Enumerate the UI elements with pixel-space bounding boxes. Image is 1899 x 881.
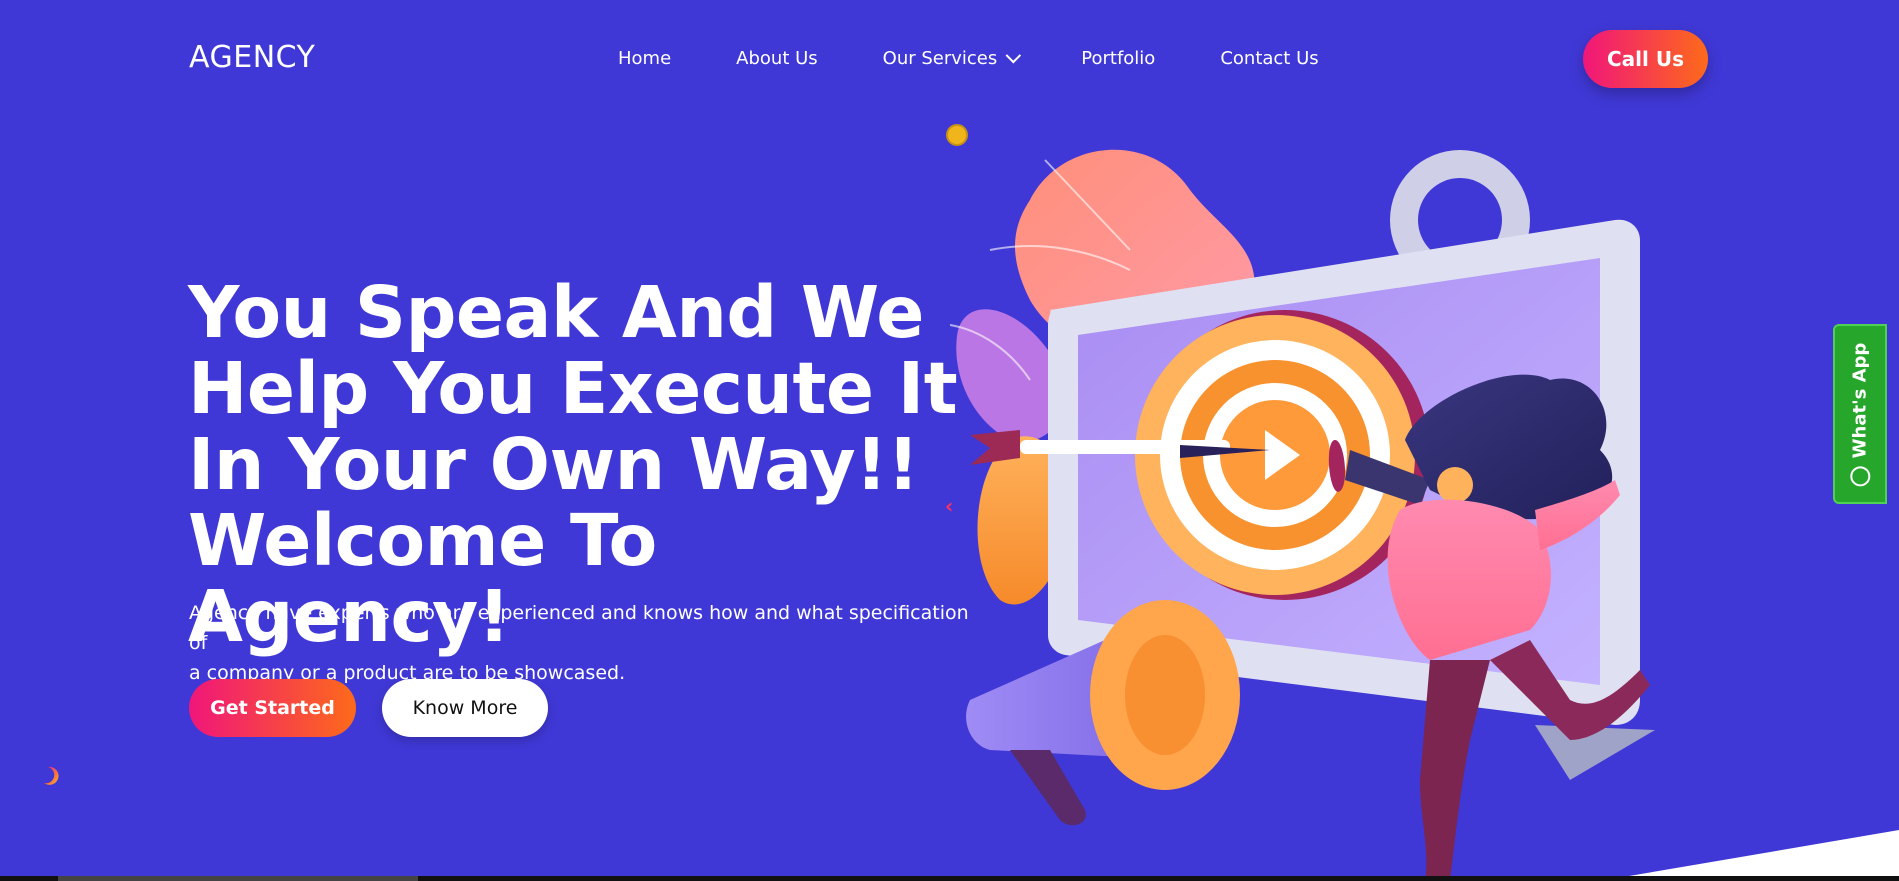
hero-illustration (950, 149, 1655, 881)
headline-line: You Speak And We (188, 271, 924, 354)
know-more-button[interactable]: Know More (382, 679, 548, 737)
nav-about-us[interactable]: About Us (736, 48, 818, 69)
main-nav: Home About Us Our Services Portfolio Con… (618, 47, 1384, 69)
whatsapp-label: What's App (1849, 342, 1871, 458)
site-logo[interactable]: AGENCY (189, 40, 315, 75)
whatsapp-tab[interactable]: What's App (1833, 324, 1887, 504)
subtext-line: Agency have experts who are experienced … (189, 602, 969, 654)
hero-subtext: Agency have experts who are experienced … (189, 598, 969, 688)
scrollbar-thumb[interactable] (58, 876, 418, 881)
chevron-down-icon (1005, 47, 1022, 64)
headline-line: In Your Own Way!! (188, 423, 919, 506)
get-started-button[interactable]: Get Started (189, 679, 356, 737)
nav-portfolio[interactable]: Portfolio (1081, 48, 1155, 69)
nav-our-services[interactable]: Our Services (882, 47, 1022, 69)
nav-about-us-label: About Us (736, 48, 818, 69)
nav-our-services-label: Our Services (882, 48, 998, 69)
nav-home[interactable]: Home (618, 48, 671, 69)
nav-contact-us-label: Contact Us (1220, 48, 1319, 69)
call-us-button[interactable]: Call Us (1583, 30, 1708, 88)
nav-contact-us[interactable]: Contact Us (1220, 48, 1318, 69)
crescent-icon (44, 766, 59, 785)
nav-home-label: Home (618, 48, 672, 69)
horizontal-scrollbar[interactable] (0, 876, 1899, 881)
headline-line: Help You Execute It (188, 347, 958, 430)
nav-portfolio-label: Portfolio (1081, 48, 1156, 69)
whatsapp-icon (1850, 465, 1870, 486)
